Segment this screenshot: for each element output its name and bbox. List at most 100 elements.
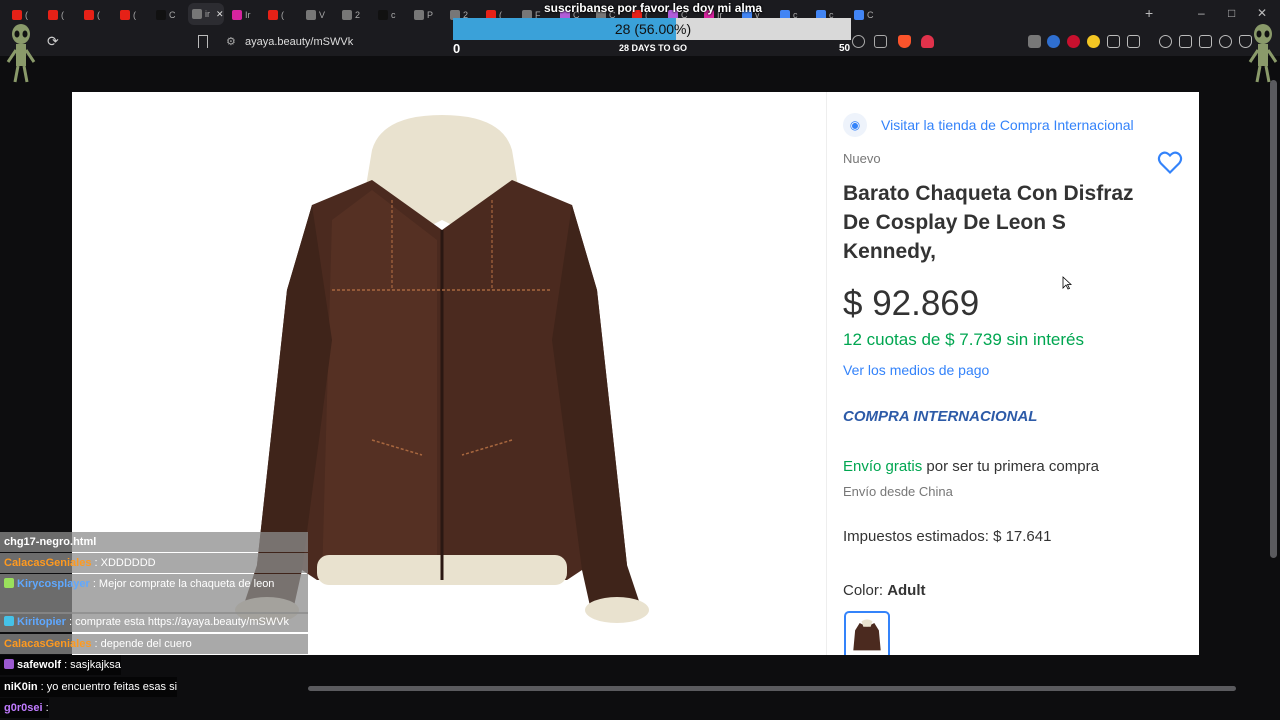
chat-username[interactable]: Kiritopier xyxy=(17,616,66,628)
browser-tab[interactable]: ( xyxy=(44,6,80,24)
tab-label: Ir xyxy=(245,10,251,20)
browser-tab[interactable]: P xyxy=(410,6,446,24)
color-value: Adult xyxy=(887,582,926,599)
tab-label: ( xyxy=(97,10,100,20)
youtube-icon xyxy=(12,10,22,20)
chat-username[interactable]: g0r0sei xyxy=(4,702,43,714)
sidebar-icon[interactable] xyxy=(1179,35,1192,48)
alien-mascot-left-icon xyxy=(6,24,36,83)
browser-tab[interactable]: c xyxy=(374,6,410,24)
share-icon[interactable] xyxy=(874,35,887,48)
favorite-heart-icon[interactable] xyxy=(1156,148,1184,176)
extension-wave-icon[interactable] xyxy=(1047,35,1060,48)
brave-shield-icon[interactable] xyxy=(898,35,911,48)
address-bar[interactable]: ayaya.beauty/mSWVk xyxy=(245,36,353,48)
chat-text: : depende del cuero xyxy=(91,638,192,650)
goal-days-remaining: 28 DAYS TO GO xyxy=(618,43,688,53)
column-divider xyxy=(826,92,827,655)
wallet-icon[interactable] xyxy=(1199,35,1212,48)
product-condition: Nuevo xyxy=(843,151,881,166)
globe-icon xyxy=(854,10,864,20)
color-swatch-adult[interactable] xyxy=(844,611,890,655)
zoom-icon[interactable] xyxy=(852,35,865,48)
chat-message: g0r0sei : xyxy=(0,698,49,718)
free-shipping-label: Envío gratis xyxy=(843,458,923,475)
visit-store-link[interactable]: ◉ Visitar la tienda de Compra Internacio… xyxy=(843,113,1134,137)
product-price: $ 92.869 xyxy=(843,284,980,323)
chat-badge-icon xyxy=(4,659,14,669)
chat-username[interactable]: Kirycosplayer xyxy=(17,578,90,590)
extensions-puzzle-icon[interactable] xyxy=(1107,35,1120,48)
horizontal-scrollbar[interactable] xyxy=(308,686,1236,691)
shipping-info: Envío gratis por ser tu primera compra xyxy=(843,458,1099,475)
close-tab-icon[interactable]: ✕ xyxy=(216,9,224,20)
alien-mascot-right-icon xyxy=(1248,24,1278,83)
extension-record-icon[interactable] xyxy=(1067,35,1080,48)
page-icon xyxy=(414,10,424,20)
youtube-icon xyxy=(268,10,278,20)
chat-username[interactable]: niK0in xyxy=(4,681,38,693)
color-selector-label: Color: Adult xyxy=(843,582,926,599)
maximize-icon[interactable]: □ xyxy=(1228,6,1235,20)
browser-tab[interactable]: V xyxy=(302,6,338,24)
chat-text: : yo encuentro feitas esas si xyxy=(37,681,178,693)
vertical-scrollbar[interactable] xyxy=(1270,80,1277,558)
browser-tab[interactable]: ( xyxy=(80,6,116,24)
tab-label: c xyxy=(391,10,396,20)
chat-message: CalacasGeniales : depende del cuero xyxy=(0,634,308,654)
visit-store-label: Visitar la tienda de Compra Internaciona… xyxy=(881,117,1134,133)
extension-drop-icon[interactable] xyxy=(1087,35,1100,48)
globe-store-icon: ◉ xyxy=(843,113,867,137)
minimize-icon[interactable]: – xyxy=(1198,6,1205,20)
chat-username[interactable]: CalacasGeniales xyxy=(4,638,91,650)
color-label: Color: xyxy=(843,582,888,599)
instagram-icon xyxy=(232,10,242,20)
mouse-cursor-icon xyxy=(1062,276,1072,290)
goal-max: 50 xyxy=(839,43,851,54)
chat-text: chg17-negro.html xyxy=(4,536,97,548)
chat-text: : Mejor comprate la chaqueta de leon xyxy=(89,578,275,590)
installments-text: 12 cuotas de $ 7.739 sin interés xyxy=(843,330,1084,349)
chat-username[interactable]: CalacasGeniales xyxy=(4,557,91,569)
page-icon xyxy=(342,10,352,20)
subscriber-goal-widget: suscribanse por favor les doy mi alma 28… xyxy=(453,0,853,58)
browser-tab[interactable]: ir ✕ xyxy=(188,3,224,25)
goal-value: 28 (56.00%) xyxy=(614,21,692,37)
shipping-condition-text: por ser tu primera compra xyxy=(922,458,1099,475)
browser-tab[interactable]: Ir xyxy=(228,6,264,24)
bookmark-icon[interactable] xyxy=(198,35,208,48)
estimated-taxes: Impuestos estimados: $ 17.641 xyxy=(843,528,1052,545)
tab-label: ( xyxy=(25,10,28,20)
jacket-thumbnail-icon xyxy=(853,619,881,651)
brave-rewards-icon[interactable] xyxy=(921,35,934,48)
reload-icon[interactable]: ⟳ xyxy=(47,33,59,50)
product-title: Barato Chaqueta Con Disfraz De Cosplay D… xyxy=(843,182,1134,263)
chat-text: : xyxy=(42,702,49,714)
chat-message: Kirycosplayer : Mejor comprate la chaque… xyxy=(0,574,308,594)
chat-message xyxy=(0,594,308,614)
music-icon[interactable] xyxy=(1159,35,1172,48)
chat-badge-icon xyxy=(4,578,14,588)
extension-translate-icon[interactable] xyxy=(1028,35,1041,48)
tab-label: V xyxy=(319,10,326,20)
new-tab-button[interactable]: + xyxy=(1145,5,1153,21)
browser-tab[interactable]: 2 xyxy=(338,6,374,24)
payment-methods-link[interactable]: Ver los medios de pago xyxy=(843,362,989,378)
international-purchase-badge: COMPRA INTERNACIONAL xyxy=(843,408,1038,425)
chat-text: : XDDDDDD xyxy=(91,557,156,569)
browser-tab[interactable]: ( xyxy=(116,6,152,24)
tab-label: C xyxy=(867,10,874,20)
browser-tab[interactable]: C xyxy=(850,6,886,24)
browser-tab[interactable]: C xyxy=(152,6,188,24)
tab-label: ( xyxy=(61,10,64,20)
chat-message: niK0in : yo encuentro feitas esas si xyxy=(0,677,178,697)
close-window-icon[interactable]: ✕ xyxy=(1257,6,1267,20)
tab-label: ( xyxy=(133,10,136,20)
browser-tab[interactable]: ( xyxy=(264,6,300,24)
screenshot-icon[interactable] xyxy=(1127,35,1140,48)
chat-message: CalacasGeniales : XDDDDDD xyxy=(0,553,308,573)
leo-ai-icon[interactable] xyxy=(1219,35,1232,48)
chat-username[interactable]: safewolf xyxy=(17,659,61,671)
site-info-icon[interactable]: ⚙ xyxy=(226,35,236,48)
youtube-icon xyxy=(48,10,58,20)
